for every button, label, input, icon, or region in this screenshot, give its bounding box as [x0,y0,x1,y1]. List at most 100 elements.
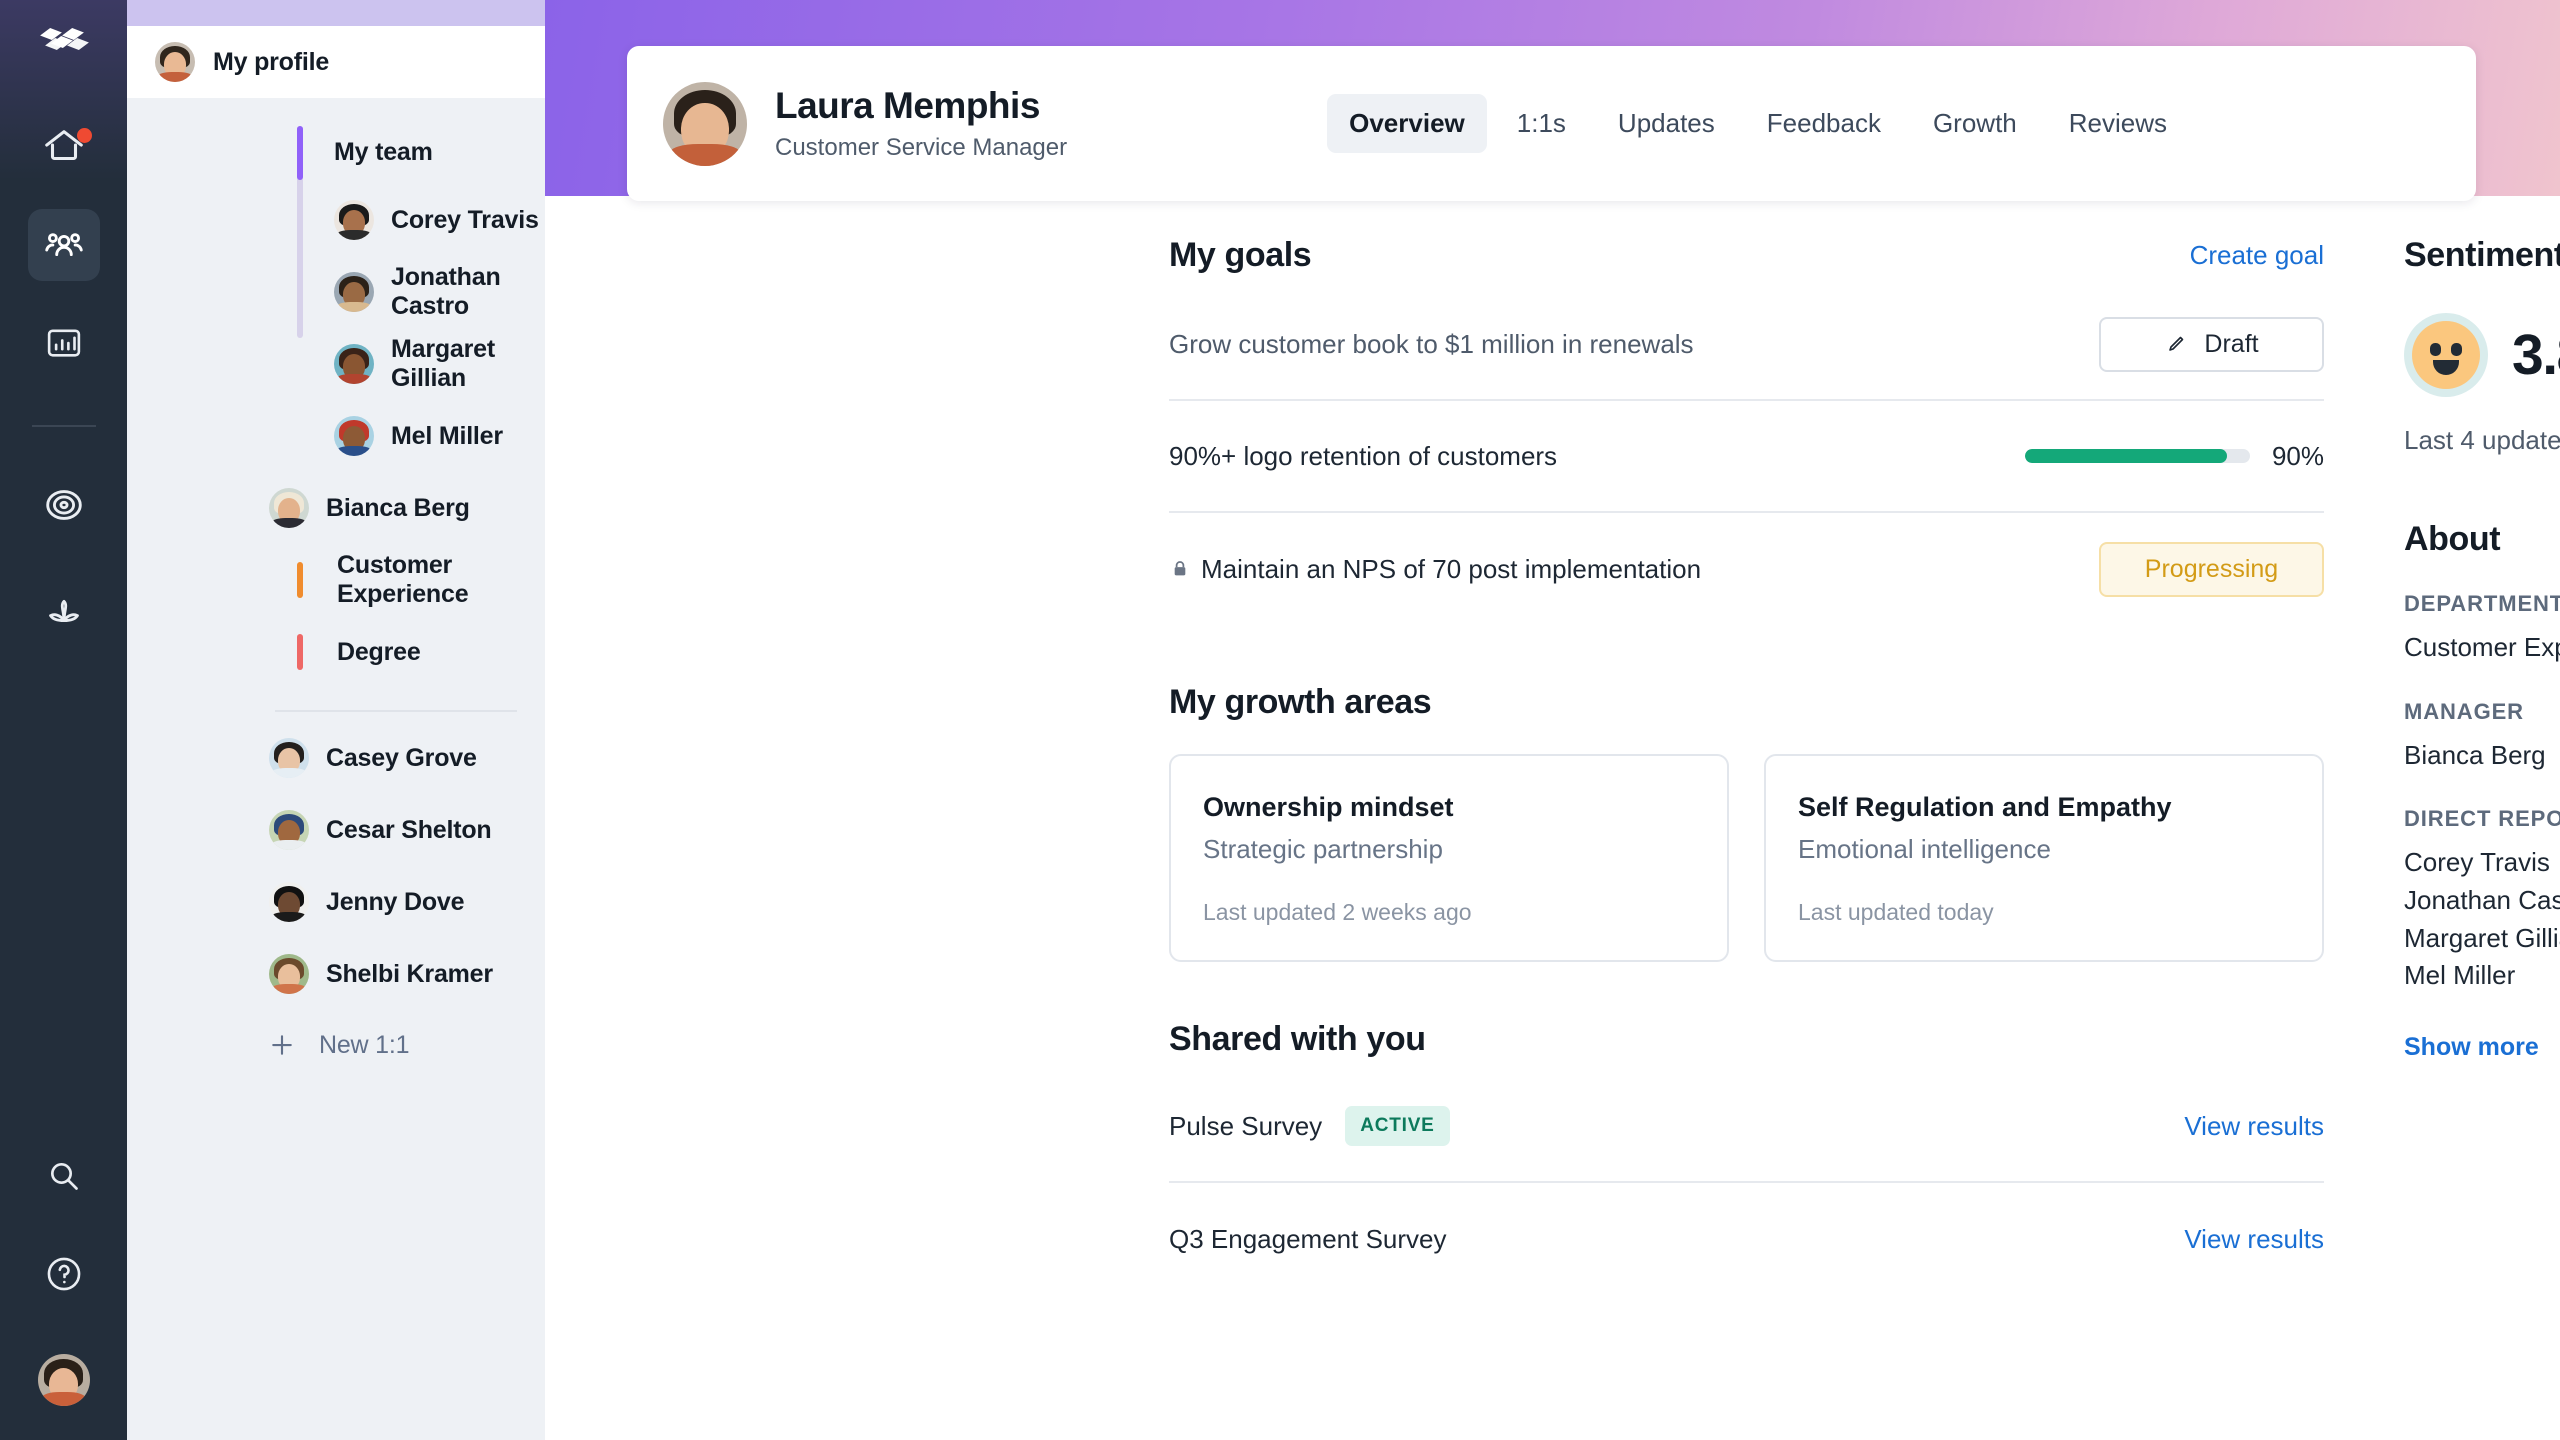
status-badge[interactable]: Progressing [2099,542,2324,597]
sidebar-item-label: Bianca Berg [326,494,470,523]
tab-reviews[interactable]: Reviews [2047,94,2189,153]
sidebar-item-jenny-dove[interactable]: Jenny Dove [127,866,545,938]
plus-icon [267,1030,297,1060]
avatar [269,488,309,528]
sidebar-item-label: Jonathan Castro [391,263,545,321]
shared-list: Pulse Survey ACTIVE View results Q3 Enga… [1169,1071,2324,1295]
goal-label: Maintain an NPS of 70 post implementatio… [1201,554,1701,585]
sidebar-item-home[interactable] [28,111,100,183]
growth-card-title: Self Regulation and Empathy [1798,792,2290,823]
avatar[interactable] [38,1354,90,1406]
goals-list: Grow customer book to $1 million in rene… [1169,289,2324,625]
sidebar-item-people[interactable] [28,209,100,281]
sidebar-item-degree[interactable]: Degree [127,616,545,688]
sidebar-item-jonathan-castro[interactable]: Jonathan Castro [127,256,545,328]
growth-card-self-regulation-and-empathy[interactable]: Self Regulation and Empathy Emotional in… [1764,754,2324,962]
about-direct-reports-label: DIRECT REPORTS (4) [2404,806,2560,832]
tab-updates[interactable]: Updates [1596,94,1737,153]
sidebar-item-bianca-berg[interactable]: Bianca Berg [127,472,545,544]
tab-feedback[interactable]: Feedback [1745,94,1903,153]
rail-divider [32,425,96,427]
view-results-link[interactable]: View results [2184,1224,2324,1255]
about-report-name: Corey Travis [2404,844,2560,882]
growth-card-meta: Last updated today [1798,899,2290,926]
about-manager-label: MANAGER [2404,699,2560,725]
lattice-logo-icon[interactable] [37,26,91,69]
group-color-bar [297,562,303,598]
sidebar-item-label: Casey Grove [326,744,477,773]
sidebar-item-my-profile[interactable]: My profile [127,26,545,98]
sidebar-item-goals[interactable] [28,469,100,541]
tab-overview[interactable]: Overview [1327,94,1487,153]
sidebar-item-corey-travis[interactable]: Corey Travis [127,184,545,256]
growth-card-ownership-mindset[interactable]: Ownership mindset Strategic partnership … [1169,754,1729,962]
growth-card-subtitle: Emotional intelligence [1798,834,2290,865]
shared-survey-name: Q3 Engagement Survey [1169,1224,1447,1255]
sidebar-item-cesar-shelton[interactable]: Cesar Shelton [127,794,545,866]
view-results-link[interactable]: View results [2184,1111,2324,1142]
sidebar-item-casey-grove[interactable]: Casey Grove [127,722,545,794]
shared-with-you-section: Shared with you Pulse Survey ACTIVE View… [1169,1020,2324,1295]
avatar [269,810,309,850]
growth-card-subtitle: Strategic partnership [1203,834,1695,865]
sidebar-divider [275,710,517,712]
home-notification-dot [77,128,92,143]
profile-tabs: Overview 1:1s Updates Feedback Growth Re… [1327,94,2189,153]
goal-label: 90%+ logo retention of customers [1169,441,1557,472]
left-column: My goals Create goal Grow customer book … [1169,236,2324,1440]
help-circle-icon[interactable] [28,1238,100,1310]
emoji-mouth [2433,360,2459,375]
sidebar-item-analytics[interactable] [28,307,100,379]
sidebar-item-margaret-gillian[interactable]: Margaret Gillian [127,328,545,400]
goal-row[interactable]: Maintain an NPS of 70 post implementatio… [1169,513,2324,625]
sidebar-item-label: Jenny Dove [326,888,464,917]
avatar [334,272,374,312]
avatar [334,416,374,456]
sentiment-score: 3.8 [2512,322,2560,388]
goal-draft-button[interactable]: Draft [2099,317,2324,372]
about-section: About DEPARTMENT Customer Experience MAN… [2404,520,2560,1062]
tab-1-1s[interactable]: 1:1s [1495,94,1588,153]
sidebar-item-mel-miller[interactable]: Mel Miller [127,400,545,472]
rail-bottom-group [28,1114,100,1440]
goal-label: Grow customer book to $1 million in rene… [1169,329,1694,360]
avatar [269,738,309,778]
goal-row[interactable]: 90%+ logo retention of customers 90% [1169,401,2324,513]
new-one-on-one-button[interactable]: New 1:1 [127,1010,545,1080]
tab-growth[interactable]: Growth [1911,94,2039,153]
page-title: Laura Memphis [775,85,1067,128]
my-growth-areas-section: My growth areas Ownership mindset Strate… [1169,683,2324,962]
shared-row-left: Pulse Survey ACTIVE [1169,1106,1450,1146]
progress-bar-track [2025,449,2250,463]
growth-cards: Ownership mindset Strategic partnership … [1169,754,2324,962]
about-report-name: Mel Miller [2404,957,2560,995]
app-root: My profile My team Corey Travis [0,0,2560,1440]
my-goals-header: My goals Create goal [1169,236,2324,275]
sidebar-item-label: Margaret Gillian [391,335,545,393]
sidebar-item-shelbi-kramer[interactable]: Shelbi Kramer [127,938,545,1010]
sidebar-item-grow[interactable] [28,575,100,647]
profile-name-block: Laura Memphis Customer Service Manager [775,85,1067,163]
show-more-button[interactable]: Show more [2404,1033,2560,1062]
avatar [269,954,309,994]
sidebar-item-label: Corey Travis [391,206,539,235]
sidebar-item-customer-experience[interactable]: Customer Experience [127,544,545,616]
team-rail-active [297,126,303,180]
shared-survey-name: Pulse Survey [1169,1111,1322,1142]
nav-rail [0,0,127,1440]
sidebar-item-label: My team [334,138,433,167]
about-department-label: DEPARTMENT [2404,591,2560,617]
goal-row[interactable]: Grow customer book to $1 million in rene… [1169,289,2324,401]
sidebar-item-label: Mel Miller [391,422,503,451]
create-goal-button[interactable]: Create goal [2190,240,2324,271]
emoji-face [2412,321,2480,389]
sidebar-item-label: Cesar Shelton [326,816,492,845]
search-icon[interactable] [28,1140,100,1212]
secondary-sidebar: My profile My team Corey Travis [127,0,545,1440]
content-columns: My goals Create goal Grow customer book … [545,236,2560,1440]
sidebar-item-my-team[interactable]: My team [127,120,545,184]
shared-row: Q3 Engagement Survey View results [1169,1183,2324,1295]
sentiment-caption: Last 4 updates [2404,425,2560,456]
my-growth-areas-title: My growth areas [1169,683,2324,722]
avatar [334,344,374,384]
